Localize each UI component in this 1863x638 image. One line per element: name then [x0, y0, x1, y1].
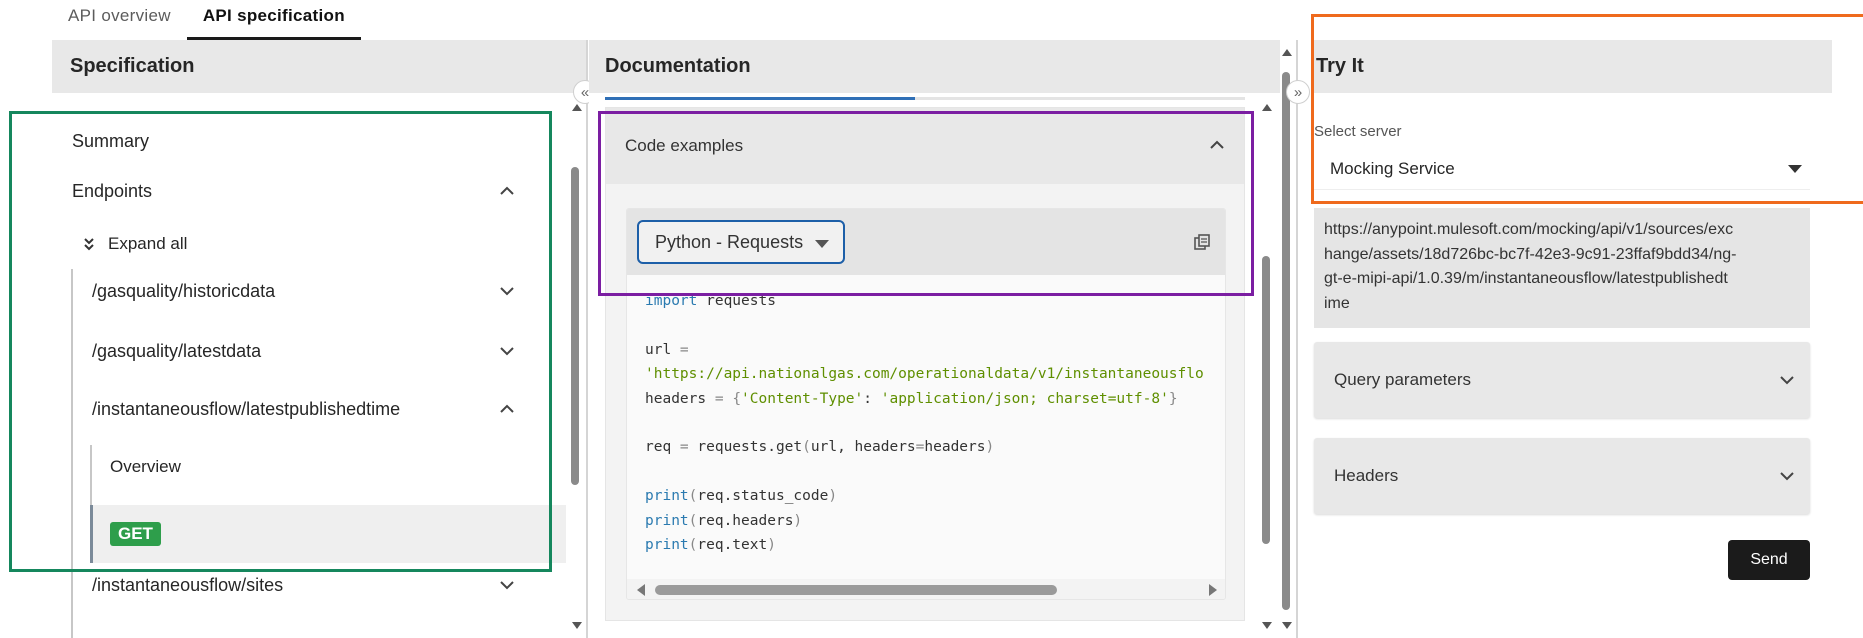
- request-url-line: hange/assets/18d726bc-bc7f-42e3-9c91-23f…: [1324, 245, 1737, 263]
- panel-divider: [586, 40, 588, 638]
- headers-section[interactable]: Headers: [1314, 438, 1810, 514]
- chevron-down-icon: [1780, 472, 1794, 481]
- chevron-down-icon: [500, 347, 514, 356]
- nav-endpoints[interactable]: Endpoints: [72, 175, 586, 207]
- query-parameters-label: Query parameters: [1334, 370, 1471, 389]
- code-keyword: import: [645, 293, 698, 309]
- code-card-header: Python - Requests: [627, 209, 1225, 275]
- scroll-left-arrow[interactable]: [637, 584, 645, 596]
- headers-label: Headers: [1334, 466, 1399, 485]
- code-examples-label: Code examples: [625, 136, 744, 155]
- chevron-up-icon: [500, 186, 514, 195]
- language-value: Python - Requests: [655, 231, 804, 252]
- chevron-down-icon: [500, 287, 514, 296]
- specification-title: Specification: [52, 40, 586, 93]
- tab-api-specification[interactable]: API specification: [186, 0, 361, 40]
- endpoint-label: /gasquality/historicdata: [92, 280, 276, 301]
- code-blank: [645, 317, 654, 333]
- scroll-up-arrow[interactable]: [1282, 49, 1292, 56]
- expand-all-label: Expand all: [108, 234, 188, 253]
- request-url-line: https://anypoint.mulesoft.com/mocking/ap…: [1324, 221, 1734, 238]
- scroll-up-arrow[interactable]: [1262, 104, 1272, 111]
- panel-divider: [1296, 40, 1298, 638]
- request-url: https://anypoint.mulesoft.com/mocking/ap…: [1314, 208, 1810, 328]
- caret-down-icon: [815, 240, 829, 248]
- endpoint-label: /instantaneousflow/latestpublishedtime: [92, 398, 401, 419]
- scroll-right-arrow[interactable]: [1209, 584, 1217, 596]
- endpoint-label: /gasquality/latestdata: [92, 340, 262, 361]
- code-examples-header[interactable]: Code examples: [606, 108, 1244, 184]
- endpoint-label: /instantaneousflow/sites: [92, 574, 284, 595]
- scroll-down-arrow[interactable]: [1282, 622, 1292, 629]
- server-select[interactable]: Mocking Service: [1314, 148, 1810, 190]
- scroll-down-arrow[interactable]: [1262, 622, 1272, 629]
- double-chevron-down-icon: [84, 238, 94, 251]
- scroll-up-arrow[interactable]: [572, 104, 582, 111]
- code-scroll-thumb[interactable]: [655, 585, 1057, 595]
- request-url-line: ime: [1324, 294, 1350, 312]
- scroll-down-arrow[interactable]: [572, 622, 582, 629]
- chevron-up-icon: [500, 404, 514, 413]
- select-server-label: Select server: [1314, 123, 1402, 140]
- nav-summary[interactable]: Summary: [72, 125, 586, 157]
- nav-endpoints-label: Endpoints: [72, 180, 153, 201]
- collapse-right-toggle[interactable]: »: [1286, 80, 1310, 104]
- endpoint-item[interactable]: /instantaneousflow/latestpublishedtime: [92, 391, 586, 427]
- caret-down-icon: [1788, 165, 1802, 173]
- tree-line: [71, 269, 73, 638]
- endpoint-item[interactable]: /gasquality/historicdata: [92, 273, 586, 309]
- specification-panel: Specification Summary Endpoints Expand a…: [52, 40, 586, 638]
- request-url-line: gt-e-mipi-api/1.0.39/m/instantaneousflow…: [1324, 270, 1728, 287]
- documentation-panel: Documentation Code examples Python - Req…: [589, 40, 1280, 638]
- code-examples-section: Code examples Python - Requests import r…: [605, 107, 1245, 621]
- tab-api-overview[interactable]: API overview: [52, 0, 187, 40]
- nav-overview[interactable]: Overview: [110, 449, 586, 485]
- code-block: import requests url = 'https://api.natio…: [645, 293, 1204, 554]
- get-badge: GET: [110, 522, 161, 546]
- code-card: Python - Requests import requests url = …: [626, 208, 1226, 600]
- copy-icon[interactable]: [1193, 233, 1211, 251]
- chevron-down-icon: [500, 581, 514, 590]
- code-url-string: 'https://api.nationalgas.com/operational…: [645, 366, 1204, 383]
- expand-all-button[interactable]: Expand all: [82, 229, 586, 259]
- documentation-title: Documentation: [589, 40, 1280, 93]
- query-parameters-section[interactable]: Query parameters: [1314, 342, 1810, 418]
- doc-progress-bar: [605, 97, 1245, 100]
- endpoint-item[interactable]: /gasquality/latestdata: [92, 333, 586, 369]
- spec-scrollbar-thumb[interactable]: [571, 167, 579, 485]
- doc-progress-fill: [605, 97, 915, 100]
- try-it-title: Try It: [1314, 40, 1832, 93]
- chevron-down-icon: [1780, 376, 1794, 385]
- code-horizontal-scrollbar[interactable]: [627, 579, 1225, 599]
- server-select-value: Mocking Service: [1330, 158, 1455, 178]
- active-rail: [90, 505, 93, 563]
- nav-get-method[interactable]: GET: [90, 505, 566, 563]
- chevron-up-icon: [1210, 140, 1224, 149]
- top-tabs: API overview API specification: [52, 0, 361, 40]
- doc-inner-scrollbar-thumb[interactable]: [1262, 256, 1270, 544]
- send-button[interactable]: Send: [1728, 540, 1810, 580]
- try-it-panel: Try It Select server Mocking Service htt…: [1314, 40, 1832, 638]
- language-select[interactable]: Python - Requests: [637, 220, 845, 264]
- endpoint-item[interactable]: /instantaneousflow/sites: [92, 567, 586, 603]
- doc-outer-scrollbar-thumb[interactable]: [1282, 72, 1290, 610]
